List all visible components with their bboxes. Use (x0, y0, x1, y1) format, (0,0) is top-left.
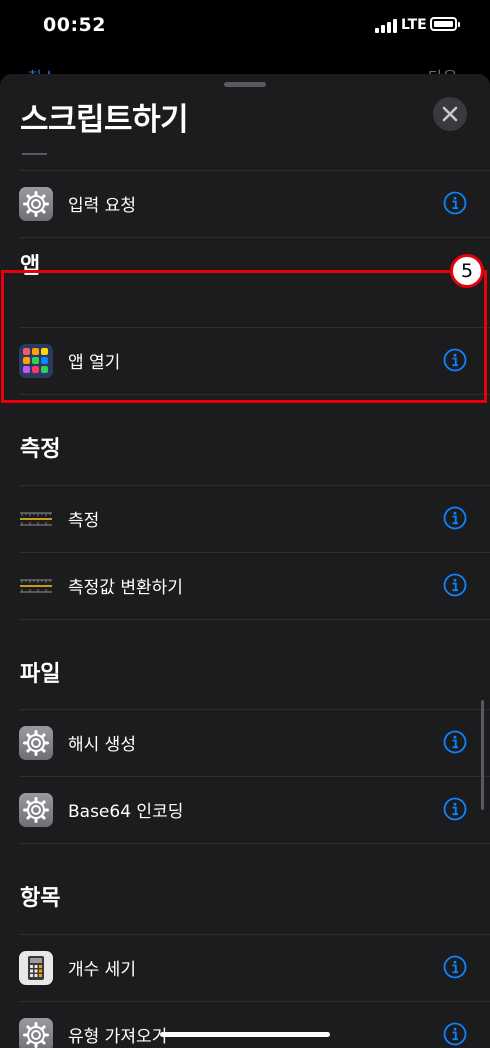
section-header-files: 파일 (20, 662, 61, 687)
home-indicator[interactable] (160, 1032, 330, 1037)
list-item-label: 측정 (68, 511, 100, 531)
section-header-measurement: 측정 (20, 437, 61, 462)
list-item-label: 개수 세기 (68, 960, 136, 980)
sheet-grabber[interactable] (224, 82, 266, 87)
network-type: LTE (401, 17, 427, 33)
gear-icon (19, 1018, 53, 1048)
list-item-generate-hash[interactable]: 해시 생성 (0, 710, 490, 776)
sheet-title: 스크립트하기 (20, 102, 189, 138)
screen: 00:52 LTE 취소 다음 스크립트하기 (0, 0, 490, 1048)
list-item-label: Base64 인코딩 (68, 802, 184, 822)
list-item-label: 측정값 변환하기 (68, 578, 183, 598)
gear-icon (19, 187, 53, 221)
status-time: 00:52 (43, 14, 106, 36)
battery-icon (430, 17, 460, 31)
info-icon[interactable] (443, 730, 467, 754)
close-icon (442, 106, 458, 122)
list-item-label: 해시 생성 (68, 735, 136, 755)
status-bar: 00:52 LTE (0, 0, 490, 54)
info-icon[interactable] (443, 1022, 467, 1046)
highlight-box (1, 270, 487, 403)
info-icon[interactable] (443, 955, 467, 979)
list-item-convert-measurement[interactable]: 측정값 변환하기 (0, 553, 490, 619)
info-icon[interactable] (443, 573, 467, 597)
divider (20, 619, 490, 620)
section-header-items: 항목 (20, 886, 61, 911)
close-button[interactable] (433, 97, 467, 131)
divider (20, 237, 490, 238)
list-item-get-type[interactable]: 유형 가져오기 (0, 1002, 490, 1048)
action-sheet: 스크립트하기 입력 요청 앱 앱 열기 측정 측정 측정값 변환하기 파일 해시… (0, 74, 490, 1048)
cellular-signal-icon (375, 19, 397, 33)
gear-icon (19, 793, 53, 827)
list-item-count[interactable]: 개수 세기 (0, 935, 490, 1001)
scroll-indicator[interactable] (481, 700, 484, 810)
list-item-measurement[interactable]: 측정 (0, 486, 490, 552)
scrolled-item-stub (22, 153, 47, 155)
ruler-icon (19, 502, 53, 536)
info-icon[interactable] (443, 797, 467, 821)
divider (20, 843, 490, 844)
info-icon[interactable] (443, 506, 467, 530)
calculator-icon (19, 951, 53, 985)
list-item-label: 입력 요청 (68, 196, 136, 216)
list-item-ask-for-input[interactable]: 입력 요청 (0, 171, 490, 237)
info-icon[interactable] (443, 191, 467, 215)
list-item-label: 유형 가져오기 (68, 1027, 168, 1047)
step-badge: 5 (450, 254, 484, 288)
gear-icon (19, 726, 53, 760)
list-item-base64-encode[interactable]: Base64 인코딩 (0, 777, 490, 843)
ruler-icon (19, 569, 53, 603)
